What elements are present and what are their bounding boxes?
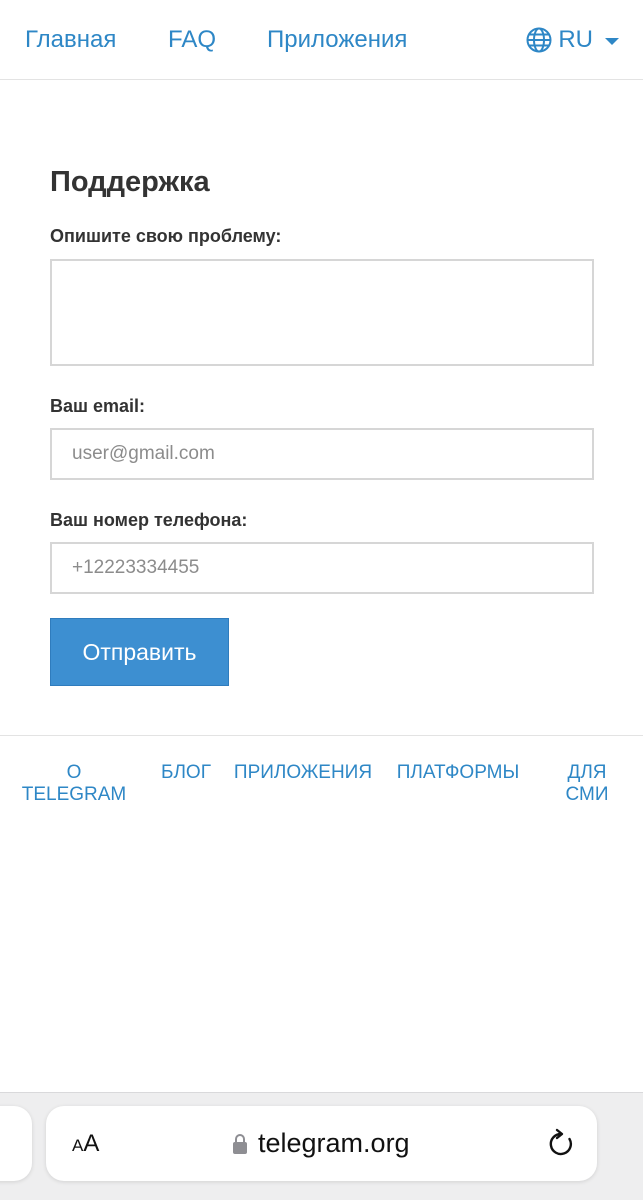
browser-toolbar: AA telegram.org (0, 1092, 643, 1200)
email-field[interactable] (50, 428, 594, 480)
language-code: RU (558, 26, 593, 53)
text-size-big-glyph: A (83, 1130, 100, 1157)
globe-icon (526, 27, 552, 53)
nav-home-link[interactable]: Главная (25, 24, 116, 56)
text-size-small-glyph: A (72, 1136, 84, 1155)
problem-textarea[interactable] (50, 259, 594, 366)
url-display[interactable]: telegram.org (232, 1128, 410, 1159)
footer-press-link[interactable]: ДЛЯ СМИ (552, 762, 622, 806)
text-size-button[interactable]: AA (72, 1130, 99, 1158)
problem-label: Опишите свою проблему: (50, 226, 282, 246)
footer-apps-link[interactable]: ПРИЛОЖЕНИЯ (230, 762, 376, 784)
url-text: telegram.org (258, 1128, 410, 1158)
reload-icon[interactable] (547, 1128, 575, 1158)
chevron-down-icon (605, 37, 619, 45)
phone-label: Ваш номер телефона: (50, 510, 248, 530)
submit-button[interactable]: Отправить (50, 618, 229, 686)
top-navigation: Главная FAQ Приложения RU (0, 0, 643, 80)
page-title: Поддержка (50, 166, 210, 198)
email-label: Ваш email: (50, 396, 146, 416)
footer-about-link[interactable]: О TELEGRAM (14, 762, 134, 806)
phone-field[interactable] (50, 542, 594, 594)
language-selector[interactable]: RU (526, 24, 619, 56)
footer-blog-link[interactable]: БЛОГ (156, 762, 216, 784)
address-bar[interactable]: AA telegram.org (46, 1106, 597, 1181)
previous-tab-card[interactable] (0, 1106, 32, 1181)
footer-links: О TELEGRAM БЛОГ ПРИЛОЖЕНИЯ ПЛАТФОРМЫ ДЛЯ… (0, 735, 643, 825)
nav-apps-link[interactable]: Приложения (267, 24, 407, 56)
footer-platforms-link[interactable]: ПЛАТФОРМЫ (393, 762, 523, 784)
lock-icon (233, 1133, 247, 1154)
nav-faq-link[interactable]: FAQ (168, 24, 216, 56)
